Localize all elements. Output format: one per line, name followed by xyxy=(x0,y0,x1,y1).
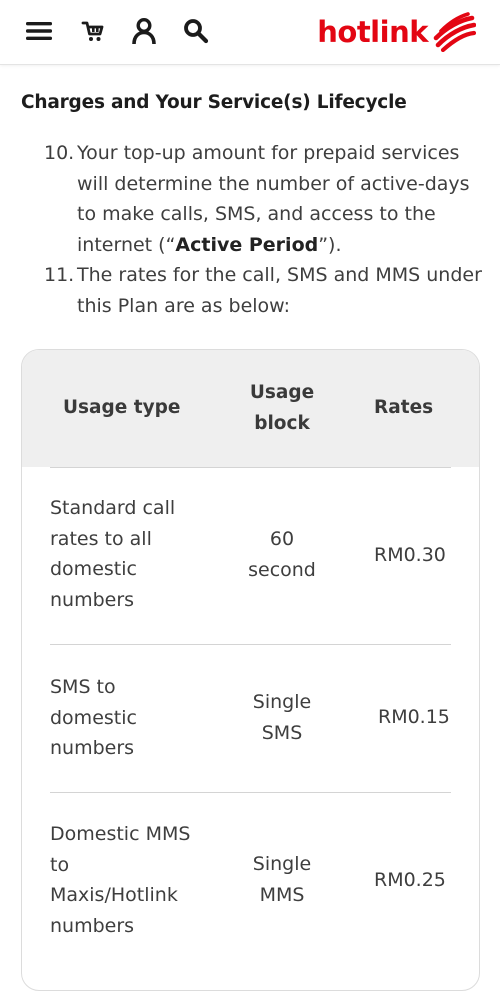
top-navigation-bar: hotlink xyxy=(0,0,500,65)
search-icon xyxy=(184,19,209,44)
cell-usage-type: Standard call rates to all domestic numb… xyxy=(50,497,176,611)
column-header-usage-block: Usage block xyxy=(249,382,315,434)
rates-table: Usage type Usage block Rates Standard ca… xyxy=(21,349,480,991)
column-header-rates: Rates xyxy=(374,397,434,418)
clause-text-part: ”). xyxy=(318,233,342,256)
cell-rate: RM0.30 xyxy=(374,544,446,566)
row-divider xyxy=(50,467,451,468)
menu-button[interactable] xyxy=(22,14,56,48)
clause-item: 11. The rates for the call, SMS and MMS … xyxy=(44,260,484,321)
cell-usage-type: SMS to domestic numbers xyxy=(50,676,137,759)
hotlink-swirl-logo-icon xyxy=(433,12,476,52)
cart-button[interactable] xyxy=(76,14,110,48)
row-divider xyxy=(50,792,451,793)
clause-number: 11. xyxy=(44,264,75,286)
brand-name: hotlink xyxy=(317,15,428,49)
row-divider xyxy=(50,644,451,645)
clause-number: 10. xyxy=(44,142,75,164)
account-button[interactable] xyxy=(127,14,161,48)
hotlink-logo[interactable]: hotlink xyxy=(317,12,476,52)
column-header-usage-type: Usage type xyxy=(63,397,181,418)
cell-rate: RM0.15 xyxy=(378,706,450,728)
clause-item: 10. Your top-up amount for prepaid servi… xyxy=(44,138,484,260)
table-header: Usage type Usage block Rates xyxy=(22,350,479,467)
clause-bold-term: Active Period xyxy=(175,233,319,256)
clause-text: Your top-up amount for prepaid services … xyxy=(77,138,484,260)
cell-usage-type: Domestic MMS to Maxis/Hotlink numbers xyxy=(50,823,191,937)
cell-usage-block: Single MMS xyxy=(252,853,312,906)
section-title: Charges and Your Service(s) Lifecycle xyxy=(21,92,407,113)
cell-usage-block: Single SMS xyxy=(252,691,312,744)
cell-usage-block: 60 second xyxy=(248,528,316,581)
search-button[interactable] xyxy=(179,14,213,48)
clause-text: The rates for the call, SMS and MMS unde… xyxy=(77,264,482,317)
cart-icon xyxy=(81,21,104,41)
account-icon xyxy=(132,17,156,45)
menu-icon xyxy=(26,22,52,40)
clause-list: 10. Your top-up amount for prepaid servi… xyxy=(44,138,484,321)
cell-rate: RM0.25 xyxy=(374,869,446,891)
